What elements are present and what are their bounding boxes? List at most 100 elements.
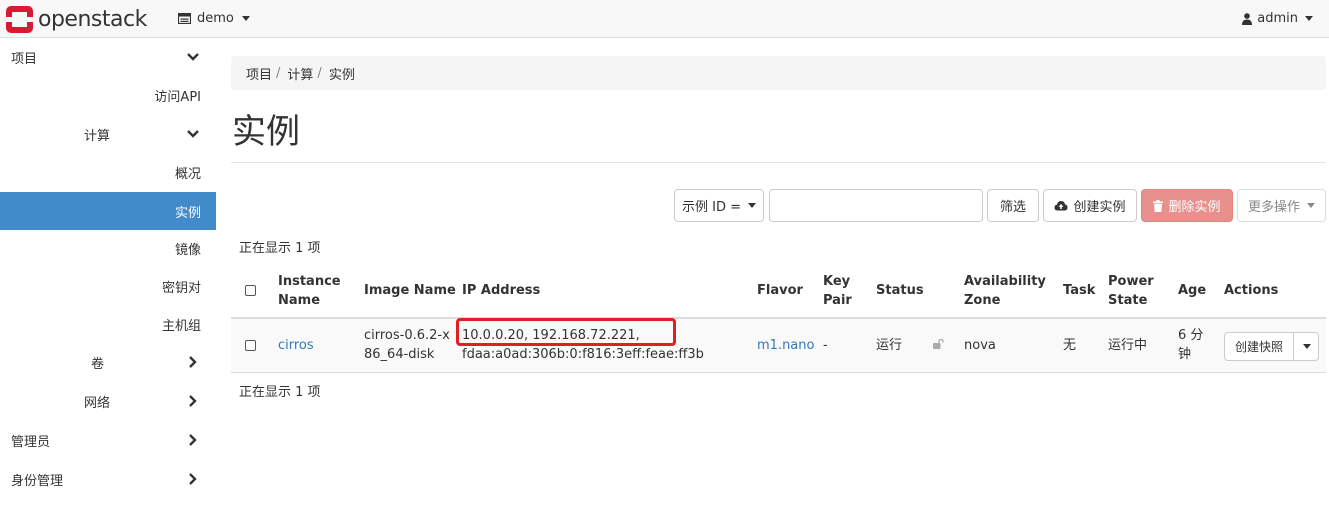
caret-down-icon [1305,16,1313,21]
unlock-icon[interactable] [933,339,944,349]
sidebar-item-label: 镜像 [174,242,201,258]
row-checkbox[interactable] [245,340,256,351]
sidebar-item-label: 访问API [154,89,201,105]
create-instance-label: 创建实例 [1073,200,1126,215]
header-line: Power [1108,274,1154,289]
sidebar-item-volumes[interactable]: 卷 [0,343,216,381]
caret-down-icon [1303,344,1312,349]
sidebar: 项目 访问API 计算 概况 实例 镜像 密钥对 主机组 卷 网络 管理员 身份… [0,38,216,512]
cell-line: 6 分 [1178,328,1204,343]
header-line: Key [823,274,851,289]
caret-down-icon [1307,203,1315,208]
filter-button-label: 筛选 [999,200,1026,215]
project-switcher[interactable]: demo [178,11,250,26]
delete-instances-label: 删除实例 [1168,200,1221,215]
instance-name-link[interactable]: cirros [278,336,314,355]
sidebar-item-network[interactable]: 网络 [0,382,216,420]
divider [231,162,1326,163]
sidebar-item-admin[interactable]: 管理员 [0,421,216,459]
sidebar-item-label: 卷 [91,356,105,372]
column-header-key-pair[interactable]: Key Pair [823,272,852,310]
header-line: Pair [823,293,852,308]
instance-key-pair: - [823,338,828,353]
row-actions: 创建快照 [1224,332,1320,361]
sidebar-item-api-access[interactable]: 访问API [0,76,216,114]
sidebar-item-key-pairs[interactable]: 密钥对 [0,267,216,305]
column-header-instance-name[interactable]: Instance Name [278,272,341,310]
cloud-upload-icon [1054,201,1068,211]
instance-flavor-link[interactable]: m1.nano [757,336,814,355]
column-header-power-state[interactable]: Power State [1108,272,1154,310]
header-line: Instance [278,274,341,289]
instance-status: 运行 [876,338,903,353]
sidebar-item-server-groups[interactable]: 主机组 [0,305,216,343]
more-actions-button[interactable]: 更多操作 [1237,189,1326,222]
project-name: demo [197,11,234,26]
chevron-down-icon [187,53,199,61]
select-all-checkbox[interactable] [245,285,256,296]
item-count-bottom: 正在显示 1 项 [239,385,321,400]
item-count-top: 正在显示 1 项 [239,241,321,256]
header-line: Name [278,293,321,308]
user-name: admin [1257,11,1298,26]
more-actions-label: 更多操作 [1247,200,1300,215]
trash-icon [1153,199,1164,212]
brand-text: openstack [38,6,147,32]
header-line: Zone [964,293,1001,308]
column-header-ip-address[interactable]: IP Address [462,281,540,300]
column-header-actions: Actions [1224,283,1279,298]
column-header-task[interactable]: Task [1063,281,1095,300]
caret-down-icon [748,203,756,208]
sidebar-item-label: 管理员 [11,434,51,450]
header-line: State [1108,293,1148,308]
sidebar-item-label: 计算 [84,128,111,144]
create-instance-button[interactable]: 创建实例 [1043,189,1137,222]
cell-line: cirros-0.6.2-x [364,328,450,343]
sidebar-item-project[interactable]: 项目 [0,38,216,76]
project-icon [178,13,191,24]
chevron-down-icon [187,130,199,138]
sidebar-item-images[interactable]: 镜像 [0,229,216,267]
create-snapshot-button[interactable]: 创建快照 [1224,332,1295,361]
sidebar-item-label: 主机组 [161,318,201,334]
delete-instances-button[interactable]: 删除实例 [1141,189,1233,222]
instance-availability-zone: nova [964,338,996,353]
cell-line: fdaa:a0ad:306b:0:f816:3eff:feae:ff3b [462,347,704,362]
user-menu[interactable]: admin [1242,11,1313,26]
column-header-image-name[interactable]: Image Name [364,281,456,300]
instance-power-state: 运行中 [1108,338,1148,353]
filter-button[interactable]: 筛选 [987,189,1039,222]
column-header-availability-zone[interactable]: Availability Zone [964,272,1046,310]
user-icon [1242,12,1253,25]
sidebar-item-identity[interactable]: 身份管理 [0,460,216,498]
filter-field-select[interactable]: 示例 ID = [674,189,764,222]
breadcrumb-item-instances: 实例 [328,67,355,83]
sidebar-item-instances[interactable]: 实例 [0,192,216,230]
ip-highlight-box [456,318,676,346]
chevron-right-icon [189,356,197,368]
sidebar-item-label: 概况 [174,166,201,182]
openstack-logo[interactable]: openstack [6,4,147,34]
sidebar-item-label: 实例 [174,205,201,221]
caret-down-icon [241,16,250,21]
filter-field-label: 示例 ID = [681,200,741,215]
breadcrumb-item-project[interactable]: 项目 [246,64,272,83]
filter-input[interactable] [769,189,983,222]
column-header-age[interactable]: Age [1178,281,1206,300]
cell-line: 钟 [1178,347,1192,362]
column-header-status[interactable]: Status [876,281,924,300]
sidebar-item-label: 项目 [11,51,38,67]
openstack-logo-icon [6,5,33,33]
column-header-flavor[interactable]: Flavor [757,281,803,300]
instance-task: 无 [1063,338,1077,353]
chevron-right-icon [189,434,197,446]
cell-line: 86_64-disk [364,347,435,362]
sidebar-item-overview[interactable]: 概况 [0,153,216,191]
sidebar-item-label: 网络 [84,395,111,411]
breadcrumb-item-compute[interactable]: 计算 [287,64,313,83]
sidebar-item-compute[interactable]: 计算 [0,115,216,153]
sidebar-item-label: 身份管理 [11,473,64,489]
top-navbar: openstack demo admin [0,0,1329,38]
row-actions-dropdown[interactable] [1294,332,1320,361]
page-title: 实例 [232,112,300,152]
